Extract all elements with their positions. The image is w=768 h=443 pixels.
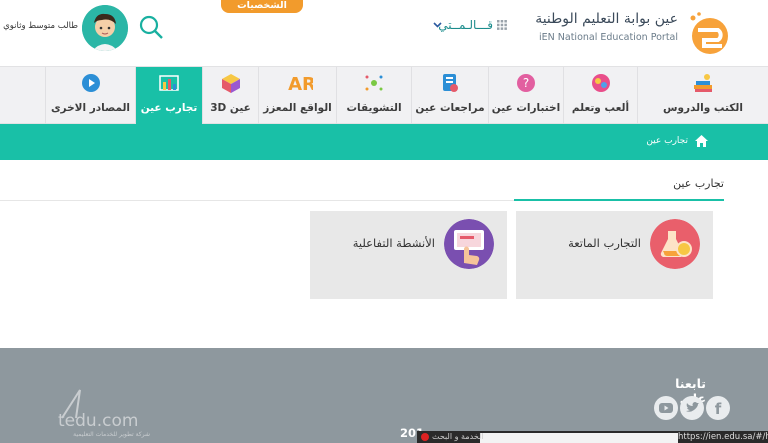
title-underline: [514, 199, 724, 201]
status-progress-area: [480, 433, 678, 443]
nav-item-experiments[interactable]: تجارب عين: [135, 67, 202, 124]
avatar[interactable]: [82, 5, 128, 51]
nav-item-other-resources[interactable]: المصادر الاخرى: [45, 67, 135, 124]
cube-icon: [221, 74, 240, 93]
nav-label: تجارب عين: [140, 102, 198, 114]
nav-label: ألعب وتعلم: [571, 102, 630, 114]
card-label: التجارب الماتعة: [568, 236, 641, 250]
card-label: الأنشطة التفاعلية: [352, 236, 435, 250]
card-fun-experiments[interactable]: التجارب الماتعة: [516, 211, 713, 299]
chevron-down-icon[interactable]: [433, 20, 442, 29]
record-icon: [421, 433, 429, 441]
nav-item-books[interactable]: الكتب والدروس: [637, 67, 768, 124]
characters-badge[interactable]: الشخصيات: [221, 0, 303, 13]
my-list-label: قـــالـمــتي: [438, 18, 493, 32]
characters-badge-label: الشخصيات: [237, 0, 287, 11]
search-icon[interactable]: [138, 14, 164, 40]
nav-label: عين 3D: [210, 102, 251, 114]
tedu-logo[interactable]: tedu.com شركة تطوير للخدمات التعليمية: [54, 388, 154, 438]
card-interactive-activities[interactable]: الأنشطة التفاعلية: [310, 211, 507, 299]
nav-label: الواقع المعزز: [263, 102, 332, 114]
brand-subtitle: شركة تطوير للخدمات التعليمية: [73, 431, 150, 438]
books-icon: [694, 74, 712, 92]
breadcrumb: تجارب عين: [0, 124, 768, 160]
svg-text:?: ?: [523, 76, 529, 90]
nav-label: اختبارات عين: [491, 102, 561, 114]
nav-item-quizzes[interactable]: ? اختبارات عين: [488, 67, 563, 124]
user-role-text: طالب متوسط وثانوي: [3, 21, 78, 31]
game-icon: [591, 74, 610, 92]
chemistry-flask-icon: [650, 219, 700, 269]
youtube-icon[interactable]: [654, 396, 678, 420]
play-icon: [81, 74, 100, 92]
svg-text:f: f: [715, 400, 722, 418]
sparkle-icon: [365, 75, 383, 91]
svg-text:AR: AR: [288, 74, 313, 94]
nav-item-ar[interactable]: AR الواقع المعزز: [258, 67, 336, 124]
logo-subtitle: iEN National Education Portal: [539, 32, 678, 43]
nav-item-3d[interactable]: عين 3D: [202, 67, 258, 124]
status-url: https://ien.edu.sa/#/ho: [678, 432, 768, 442]
lab-icon: [159, 75, 179, 91]
review-icon: [443, 74, 458, 92]
nav-label: التشويقات: [346, 102, 402, 114]
nav-label: المصادر الاخرى: [50, 102, 131, 114]
twitter-icon[interactable]: [680, 396, 704, 420]
brand-name: tedu.com: [58, 411, 138, 431]
student-avatar-icon: [82, 5, 128, 51]
logo-title: عين بوابة التعليم الوطنية: [535, 11, 678, 27]
status-label: الخدمة و البحث: [432, 432, 484, 441]
page-title: تجارب عين: [673, 177, 724, 190]
breadcrumb-current[interactable]: تجارب عين: [600, 136, 688, 146]
grid-icon: [497, 20, 507, 30]
quiz-icon: ?: [517, 74, 535, 92]
header: عين بوابة التعليم الوطنية iEN National E…: [0, 0, 768, 66]
home-icon[interactable]: [695, 135, 708, 147]
ien-logo-icon[interactable]: [684, 10, 728, 56]
nav-item-reviews[interactable]: مراجعات عين: [411, 67, 488, 124]
nav-item-play-learn[interactable]: ألعب وتعلم: [563, 67, 637, 124]
nav-item-teasers[interactable]: التشويقات: [336, 67, 411, 124]
my-list-menu[interactable]: قـــالـمــتي: [438, 15, 493, 35]
ar-icon: AR: [288, 74, 313, 94]
nav-label: مراجعات عين: [415, 102, 485, 114]
main-nav: الكتب والدروس ألعب وتعلم ? اختبارات عين …: [0, 66, 768, 124]
nav-label: الكتب والدروس: [663, 102, 743, 114]
interactive-hand-icon: [444, 219, 494, 269]
facebook-icon[interactable]: f: [706, 396, 730, 420]
